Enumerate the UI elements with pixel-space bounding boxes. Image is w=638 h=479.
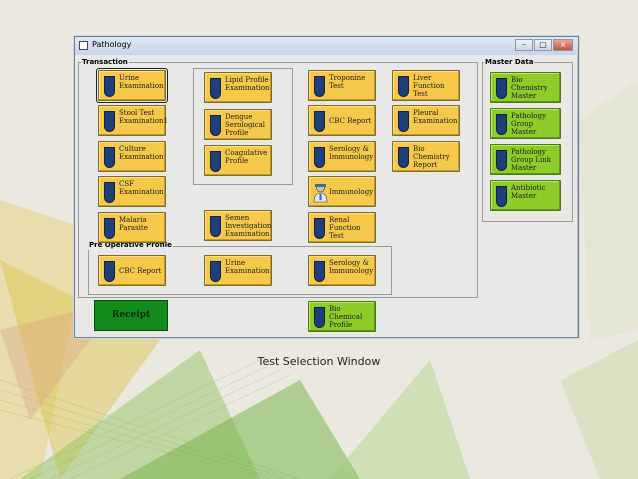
bio-chemistry-master-button[interactable]: Bio Chemistry Master: [490, 72, 561, 103]
pleural-examination-button[interactable]: Pleural Examination: [392, 105, 460, 136]
button-label: Bio Chemistry Master: [511, 76, 548, 100]
shield-icon: [314, 261, 325, 282]
shield-icon: [104, 182, 115, 203]
cbc-report-button[interactable]: CBC Report: [308, 105, 376, 136]
title-bar: Pathology – □ ×: [75, 37, 578, 55]
pathology-group-master-button[interactable]: Pathology Group Master: [490, 108, 561, 139]
shield-icon: [210, 115, 221, 136]
button-label: Urine Examination: [119, 74, 164, 90]
antibiotic-master-button[interactable]: Antibiotic Master: [490, 180, 561, 211]
button-label: Culture Examination: [119, 145, 164, 161]
urine-examination-button[interactable]: Urine Examination: [96, 68, 168, 103]
shield-icon: [496, 78, 507, 99]
receipt-button[interactable]: Receipt: [94, 300, 168, 331]
button-label: Bio Chemistry Report: [413, 145, 450, 169]
shield-icon: [314, 218, 325, 239]
button-label: Pathology Group Master: [511, 112, 546, 136]
button-label: Antibiotic Master: [511, 184, 546, 200]
liver-function-button[interactable]: Liver Function Test: [392, 70, 460, 101]
shield-icon: [104, 147, 115, 168]
button-label: Stool Test Examination1: [119, 109, 169, 125]
shield-icon: [210, 78, 221, 99]
shield-icon: [496, 186, 507, 207]
troponine-test-button[interactable]: Troponine Test: [308, 70, 376, 101]
renal-function-button[interactable]: Renal Function Test: [308, 212, 376, 243]
button-label: Bio Chemical Profile: [329, 305, 363, 329]
button-label: Lipid Profile Examination: [225, 76, 270, 92]
shield-icon: [210, 216, 221, 237]
shield-icon: [314, 76, 325, 97]
shield-icon: [210, 151, 221, 172]
serology-immunology-button[interactable]: Serology & Immunology: [308, 141, 376, 172]
button-label: CSF Examination: [119, 180, 164, 196]
csf-examination-button[interactable]: CSF Examination: [98, 176, 166, 207]
window-title: Pathology: [92, 40, 132, 49]
shield-icon: [104, 76, 115, 97]
dengue-serological-button[interactable]: Dengue Serological Profile: [204, 109, 272, 140]
immunology-button[interactable]: Immunology: [308, 176, 376, 207]
button-label: Malaria Parasite: [119, 216, 148, 232]
shield-icon: [104, 111, 115, 132]
button-label: Dengue Serological Profile: [225, 113, 266, 137]
shield-icon: [314, 147, 325, 168]
bio-chemistry-report-button[interactable]: Bio Chemistry Report: [392, 141, 460, 172]
lipid-profile-button[interactable]: Lipid Profile Examination: [204, 72, 272, 103]
shield-icon: [314, 307, 325, 328]
preop-cbc-report-button[interactable]: CBC Report: [98, 255, 166, 286]
receipt-label: Receipt: [111, 310, 151, 320]
shield-icon: [496, 114, 507, 135]
stool-test-button[interactable]: Stool Test Examination1: [98, 105, 169, 136]
window-edge: [577, 55, 578, 337]
minimize-button[interactable]: –: [515, 39, 533, 51]
button-label: Liver Function Test: [413, 74, 445, 98]
shield-icon: [210, 261, 221, 282]
transaction-group-label: Transaction: [81, 58, 129, 67]
semen-investigation-button[interactable]: Semen Investigation Examination: [204, 210, 272, 241]
doctor-icon: [313, 183, 328, 203]
button-label: Urine Examination: [225, 259, 270, 275]
button-label: CBC Report: [329, 117, 372, 125]
button-label: Semen Investigation Examination: [225, 214, 272, 238]
shield-icon: [398, 147, 409, 168]
button-label: Renal Function Test: [329, 216, 361, 240]
button-label: Troponine Test: [329, 74, 366, 90]
shield-icon: [398, 111, 409, 132]
shield-icon: [398, 76, 409, 97]
malaria-parasite-button[interactable]: Malaria Parasite: [98, 212, 166, 243]
button-label: Coagulative Profile: [225, 149, 268, 165]
culture-examination-button[interactable]: Culture Examination: [98, 141, 166, 172]
button-label: Serology & Immunology: [329, 145, 374, 161]
close-button[interactable]: ×: [553, 39, 573, 51]
coagulative-profile-button[interactable]: Coagulative Profile: [204, 145, 272, 176]
maximize-button[interactable]: □: [534, 39, 552, 51]
pathology-group-link-master-button[interactable]: Pathology Group Link Master: [490, 144, 561, 175]
preop-urine-examination-button[interactable]: Urine Examination: [204, 255, 272, 286]
bio-chemical-profile-button[interactable]: Bio Chemical Profile: [308, 301, 376, 332]
button-label: Pathology Group Link Master: [511, 148, 552, 172]
shield-icon: [104, 218, 115, 239]
master-data-group-label: Master Data: [484, 58, 535, 67]
slide-caption: Test Selection Window: [257, 355, 381, 368]
app-icon: [79, 41, 88, 50]
preop-serology-immunology-button[interactable]: Serology & Immunology: [308, 255, 376, 286]
shield-icon: [314, 111, 325, 132]
shield-icon: [496, 150, 507, 171]
button-label: Pleural Examination: [413, 109, 458, 125]
button-label: Serology & Immunology: [329, 259, 374, 275]
pathology-window: Pathology – □ × Transaction Pre Operativ…: [74, 36, 579, 338]
button-label: Immunology: [329, 188, 374, 196]
button-label: CBC Report: [119, 267, 162, 275]
shield-icon: [104, 261, 115, 282]
